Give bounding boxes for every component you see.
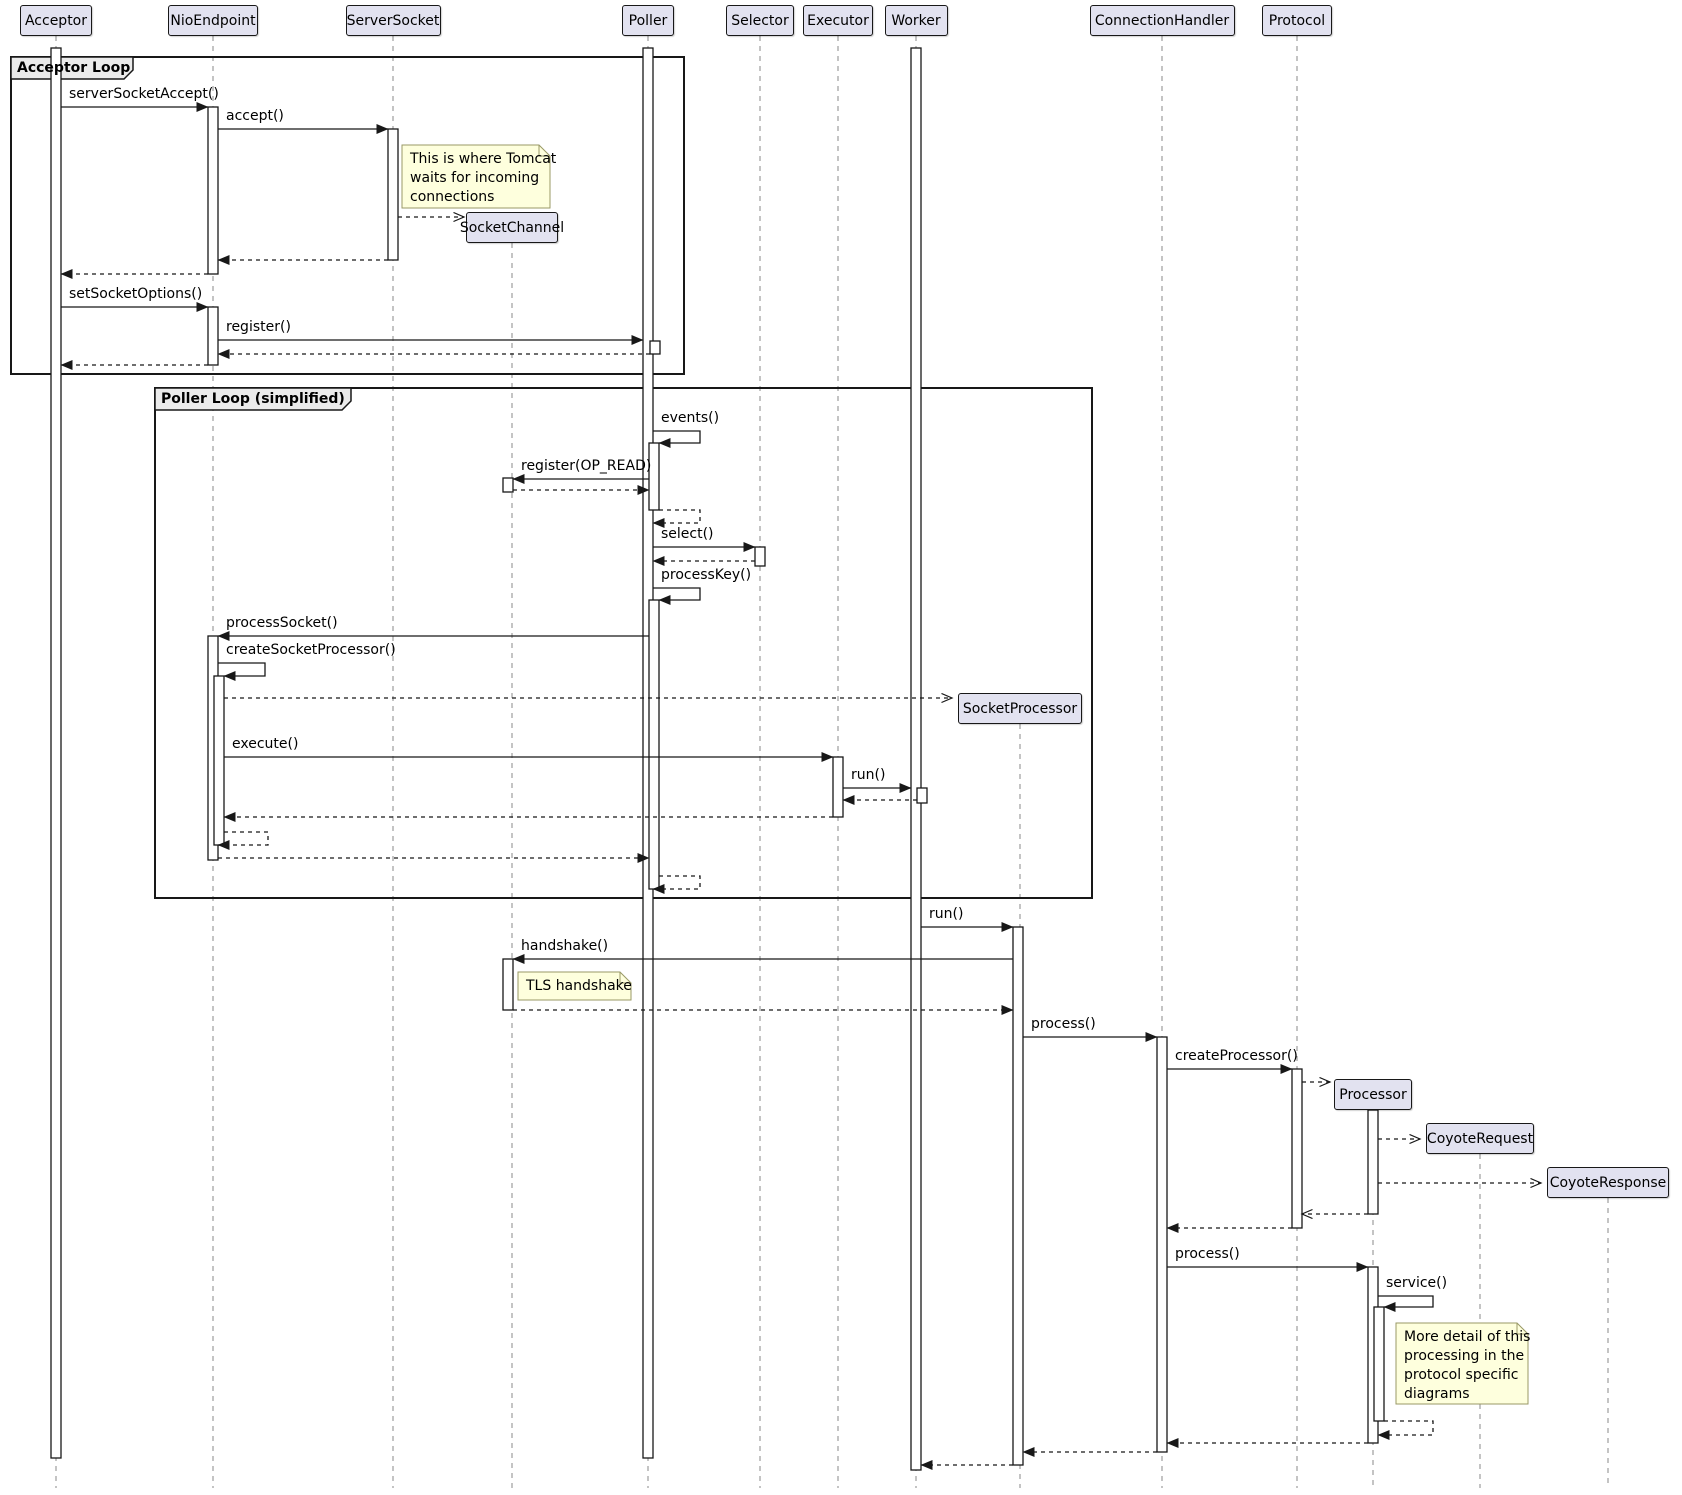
message-label-10: register(OP_READ)	[521, 458, 651, 475]
activation-processor	[1368, 1110, 1378, 1214]
self-message-15	[653, 588, 700, 600]
activation-nioendpoint	[214, 676, 224, 845]
activation-socketprocessor	[1013, 927, 1023, 1465]
self-message-37	[1378, 1296, 1433, 1307]
note-more-detail-text: More detail of this processing in the pr…	[1404, 1328, 1530, 1404]
activation-poller	[650, 341, 660, 354]
message-label-0: serverSocketAccept()	[69, 86, 219, 103]
self-message-17	[218, 663, 265, 676]
self-message-12	[653, 510, 700, 523]
participant-nioendpoint: NioEndpoint	[168, 5, 258, 36]
activation-socketchannel	[503, 959, 513, 1010]
message-label-13: select()	[661, 526, 714, 543]
message-label-36: process()	[1175, 1246, 1240, 1263]
message-label-15: processKey()	[661, 567, 751, 584]
frame-label-poller-loop: Poller Loop (simplified)	[155, 389, 357, 409]
frame-label-acceptor-loop: Acceptor Loop	[11, 58, 139, 78]
participant-connectionhandler: ConnectionHandler	[1090, 5, 1235, 36]
message-label-27: handshake()	[521, 938, 608, 955]
activation-connectionhandler	[1157, 1037, 1167, 1452]
self-message-9	[653, 431, 700, 443]
sequence-diagram: Acceptor Loop Poller Loop (simplified) ser…	[0, 0, 1682, 1495]
participant-worker: Worker	[885, 5, 948, 36]
created-participant-coyoteresponse: CoyoteResponse	[1547, 1167, 1669, 1198]
self-message-25	[653, 876, 700, 889]
message-label-16: processSocket()	[226, 615, 338, 632]
note-tomcat-waits-text: This is where Tomcat waits for incoming …	[410, 150, 556, 207]
message-label-37: service()	[1386, 1275, 1447, 1292]
participant-acceptor: Acceptor	[20, 5, 92, 36]
created-participant-coyoterequest: CoyoteRequest	[1426, 1123, 1534, 1154]
activation-poller	[649, 443, 659, 510]
activation-socketchannel	[503, 478, 513, 492]
activation-worker-main	[911, 48, 921, 1470]
note-tls-text: TLS handshake	[526, 977, 632, 996]
frame-acceptor-loop	[11, 57, 684, 374]
participant-executor: Executor	[803, 5, 873, 36]
message-label-17: createSocketProcessor()	[226, 642, 396, 659]
message-label-26: run()	[929, 906, 963, 923]
created-participant-socketprocessor: SocketProcessor	[958, 693, 1082, 724]
activation-selector	[755, 547, 765, 566]
activation-poller	[649, 600, 659, 889]
activation-acceptor	[51, 48, 61, 1458]
participant-protocol: Protocol	[1262, 5, 1332, 36]
message-label-30: createProcessor()	[1175, 1048, 1298, 1065]
created-participant-socketchannel: SocketChannel	[466, 212, 558, 243]
message-label-9: events()	[661, 410, 719, 427]
self-message-38	[1378, 1421, 1433, 1435]
created-participant-processor: Processor	[1334, 1079, 1412, 1110]
message-label-19: execute()	[232, 736, 298, 753]
participant-serversocket: ServerSocket	[346, 5, 441, 36]
participant-poller: Poller	[622, 5, 674, 36]
activation-worker	[917, 788, 927, 803]
activation-serversocket	[388, 129, 398, 260]
participant-selector: Selector	[726, 5, 794, 36]
activation-nioendpoint	[208, 307, 218, 365]
message-label-20: run()	[851, 767, 885, 784]
message-label-29: process()	[1031, 1016, 1096, 1033]
activation-nioendpoint	[208, 107, 218, 274]
message-label-1: accept()	[226, 108, 284, 125]
message-label-6: register()	[226, 319, 291, 336]
self-message-23	[218, 832, 268, 845]
activation-processor	[1374, 1307, 1384, 1421]
activation-protocol	[1292, 1069, 1302, 1228]
activation-executor	[833, 757, 843, 817]
message-label-5: setSocketOptions()	[69, 286, 202, 303]
